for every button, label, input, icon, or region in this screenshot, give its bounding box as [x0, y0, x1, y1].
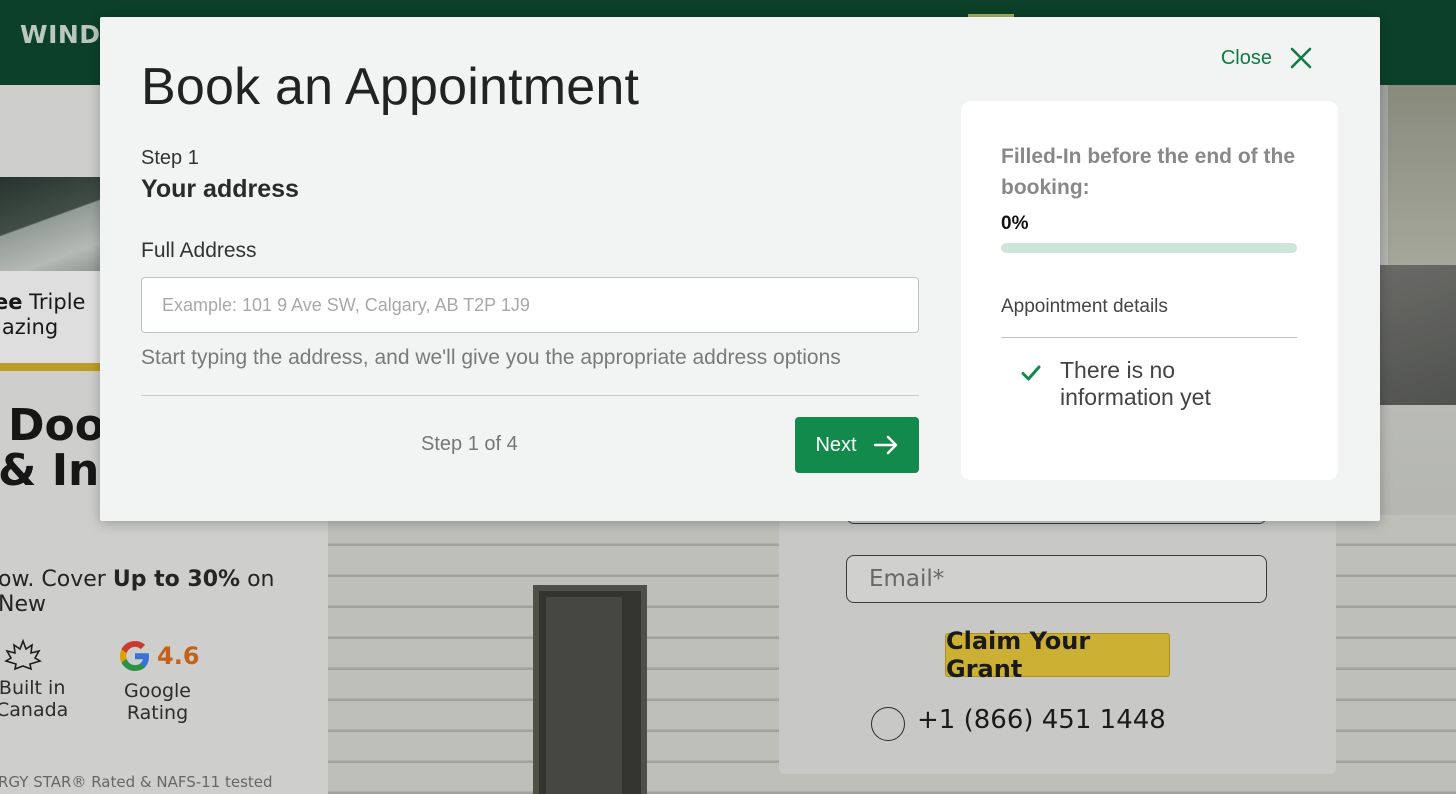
details-divider	[1001, 337, 1297, 338]
summary-title: Filled-In before the end of the booking:	[1001, 145, 1295, 199]
full-address-input[interactable]	[141, 277, 919, 333]
progress-percent: 0%	[1001, 213, 1029, 234]
appointment-details-label: Appointment details	[1001, 296, 1168, 317]
close-label: Close	[1220, 46, 1272, 69]
step-counter: Step 1 of 4	[421, 433, 518, 455]
checkmark-icon	[1021, 365, 1041, 381]
next-label: Next	[815, 433, 857, 456]
next-button[interactable]: Next	[795, 417, 919, 473]
form-divider	[141, 395, 919, 396]
booking-summary-panel: Filled-In before the end of the booking:…	[961, 101, 1338, 480]
booking-modal: Book an Appointment Close Step 1 Your ad…	[100, 17, 1380, 521]
step-label: Step 1	[141, 147, 199, 169]
modal-title: Book an Appointment	[141, 58, 640, 116]
arrow-right-icon	[873, 435, 897, 455]
full-address-label: Full Address	[141, 239, 257, 262]
progress-bar	[1001, 243, 1297, 253]
close-icon	[1290, 47, 1312, 69]
close-button[interactable]: Close	[1221, 45, 1314, 71]
no-information-text: There is no information yet	[1060, 357, 1211, 410]
step-title: Your address	[141, 175, 299, 203]
address-hint: Start typing the address, and we'll give…	[141, 346, 841, 369]
